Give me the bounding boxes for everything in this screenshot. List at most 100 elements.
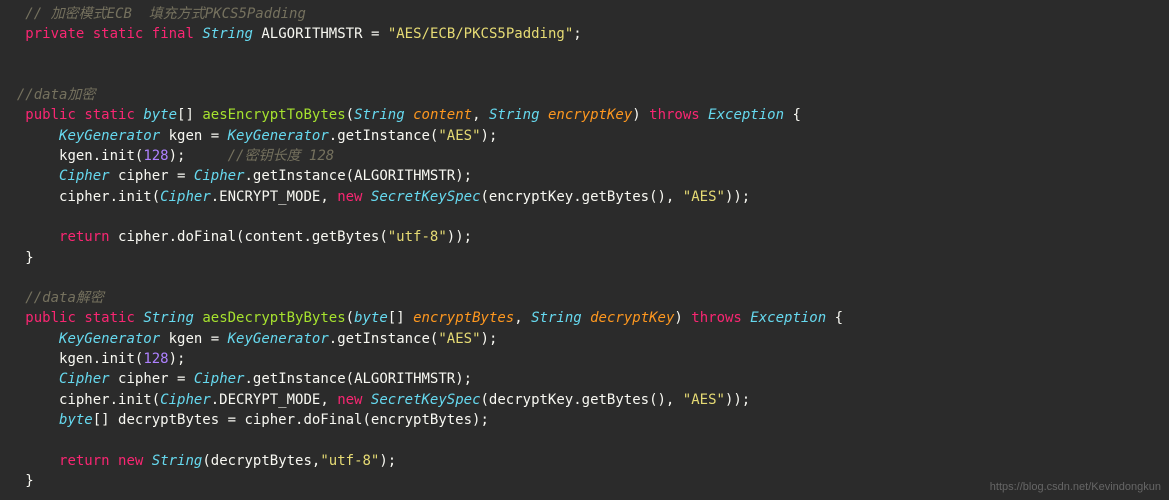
stmt: decryptBytes = cipher.doFinal(encryptByt… (110, 412, 489, 428)
type: SecretKeySpec (371, 189, 481, 205)
end: ); (481, 331, 498, 347)
comma: , (320, 189, 337, 205)
param-name: encryptBytes (413, 310, 514, 326)
kw-throws: throws (649, 107, 700, 123)
brackets: [] (177, 107, 194, 123)
type-byte: byte (143, 107, 177, 123)
string-literal: "utf-8" (320, 453, 379, 469)
param-name: decryptKey (590, 310, 674, 326)
end: ); (379, 453, 396, 469)
type-exception: Exception (750, 310, 826, 326)
end: ); (481, 128, 498, 144)
kw-new: new (118, 453, 143, 469)
type-exception: Exception (708, 107, 784, 123)
brackets: [] (388, 310, 405, 326)
arg: ALGORITHMSTR (354, 371, 455, 387)
comma: , (472, 107, 489, 123)
type: KeyGenerator (228, 128, 329, 144)
kw-throws: throws (691, 310, 742, 326)
comma: , (320, 392, 337, 408)
watermark: https://blog.csdn.net/Kevindongkun (990, 480, 1161, 496)
end: ); (169, 351, 186, 367)
args: (decryptBytes, (202, 453, 320, 469)
call: .getInstance( (329, 331, 439, 347)
arg: ALGORITHMSTR (354, 168, 455, 184)
comment: //密钥长度 128 (228, 148, 335, 164)
param-type: String (531, 310, 582, 326)
type: SecretKeySpec (371, 392, 481, 408)
number: 128 (143, 351, 168, 367)
kw-new: new (337, 189, 362, 205)
const-name: ALGORITHMSTR (261, 26, 362, 42)
args: (decryptKey.getBytes(), (481, 392, 683, 408)
type: KeyGenerator (59, 128, 160, 144)
var: kgen (169, 331, 203, 347)
paren: ) (674, 310, 691, 326)
string-literal: "AES" (683, 189, 725, 205)
op: = (202, 331, 227, 347)
string-literal: "utf-8" (388, 229, 447, 245)
type-string: String (202, 26, 253, 42)
type: Cipher (194, 168, 245, 184)
op: = (169, 371, 194, 387)
method-name: aesDecryptByBytes (202, 310, 345, 326)
args: (encryptKey.getBytes(), (481, 189, 683, 205)
string-literal: "AES" (438, 331, 480, 347)
kw-final: final (152, 26, 194, 42)
end: ); (455, 168, 472, 184)
param-type: String (489, 107, 540, 123)
type: Cipher (194, 371, 245, 387)
end: ); (455, 371, 472, 387)
end: )); (725, 392, 750, 408)
param-type: String (354, 107, 405, 123)
kw-return: return (59, 453, 110, 469)
number: 128 (143, 148, 168, 164)
paren: ) (632, 107, 649, 123)
type: Cipher (160, 189, 211, 205)
call: cipher.init( (59, 189, 160, 205)
param-name: encryptKey (548, 107, 632, 123)
op: = (169, 168, 194, 184)
op: = (202, 128, 227, 144)
paren: ( (346, 107, 354, 123)
var: kgen (169, 128, 203, 144)
kw-return: return (59, 229, 110, 245)
end: )); (447, 229, 472, 245)
string-literal: "AES" (683, 392, 725, 408)
comment: //data加密 (17, 87, 96, 103)
type-string: String (143, 310, 194, 326)
type-string: String (152, 453, 203, 469)
type: KeyGenerator (59, 331, 160, 347)
type: Cipher (59, 168, 110, 184)
field: .DECRYPT_MODE (211, 392, 321, 408)
brace: { (784, 107, 801, 123)
type-byte: byte (59, 412, 93, 428)
string-literal: "AES" (438, 128, 480, 144)
end: )); (725, 189, 750, 205)
brace: { (826, 310, 843, 326)
call: kgen.init( (59, 351, 143, 367)
type: Cipher (59, 371, 110, 387)
brace: } (25, 473, 33, 489)
comma: , (514, 310, 531, 326)
type: KeyGenerator (228, 331, 329, 347)
field: .ENCRYPT_MODE (211, 189, 321, 205)
kw-new: new (337, 392, 362, 408)
var: cipher (118, 168, 169, 184)
call: .getInstance( (244, 371, 354, 387)
method-name: aesEncryptToBytes (202, 107, 345, 123)
semi: ; (573, 26, 581, 42)
param-name: content (413, 107, 472, 123)
call: cipher.init( (59, 392, 160, 408)
string-literal: "AES/ECB/PKCS5Padding" (388, 26, 573, 42)
kw-static: static (84, 107, 135, 123)
kw-private: private (25, 26, 84, 42)
comment: // 加密模式ECB 填充方式PKCS5Padding (25, 6, 306, 22)
paren: ( (346, 310, 354, 326)
kw-static: static (84, 310, 135, 326)
kw-public: public (25, 310, 76, 326)
kw-public: public (25, 107, 76, 123)
code-block: // 加密模式ECB 填充方式PKCS5Padding private stat… (0, 0, 1169, 491)
call: .getInstance( (329, 128, 439, 144)
end: ); (169, 148, 186, 164)
